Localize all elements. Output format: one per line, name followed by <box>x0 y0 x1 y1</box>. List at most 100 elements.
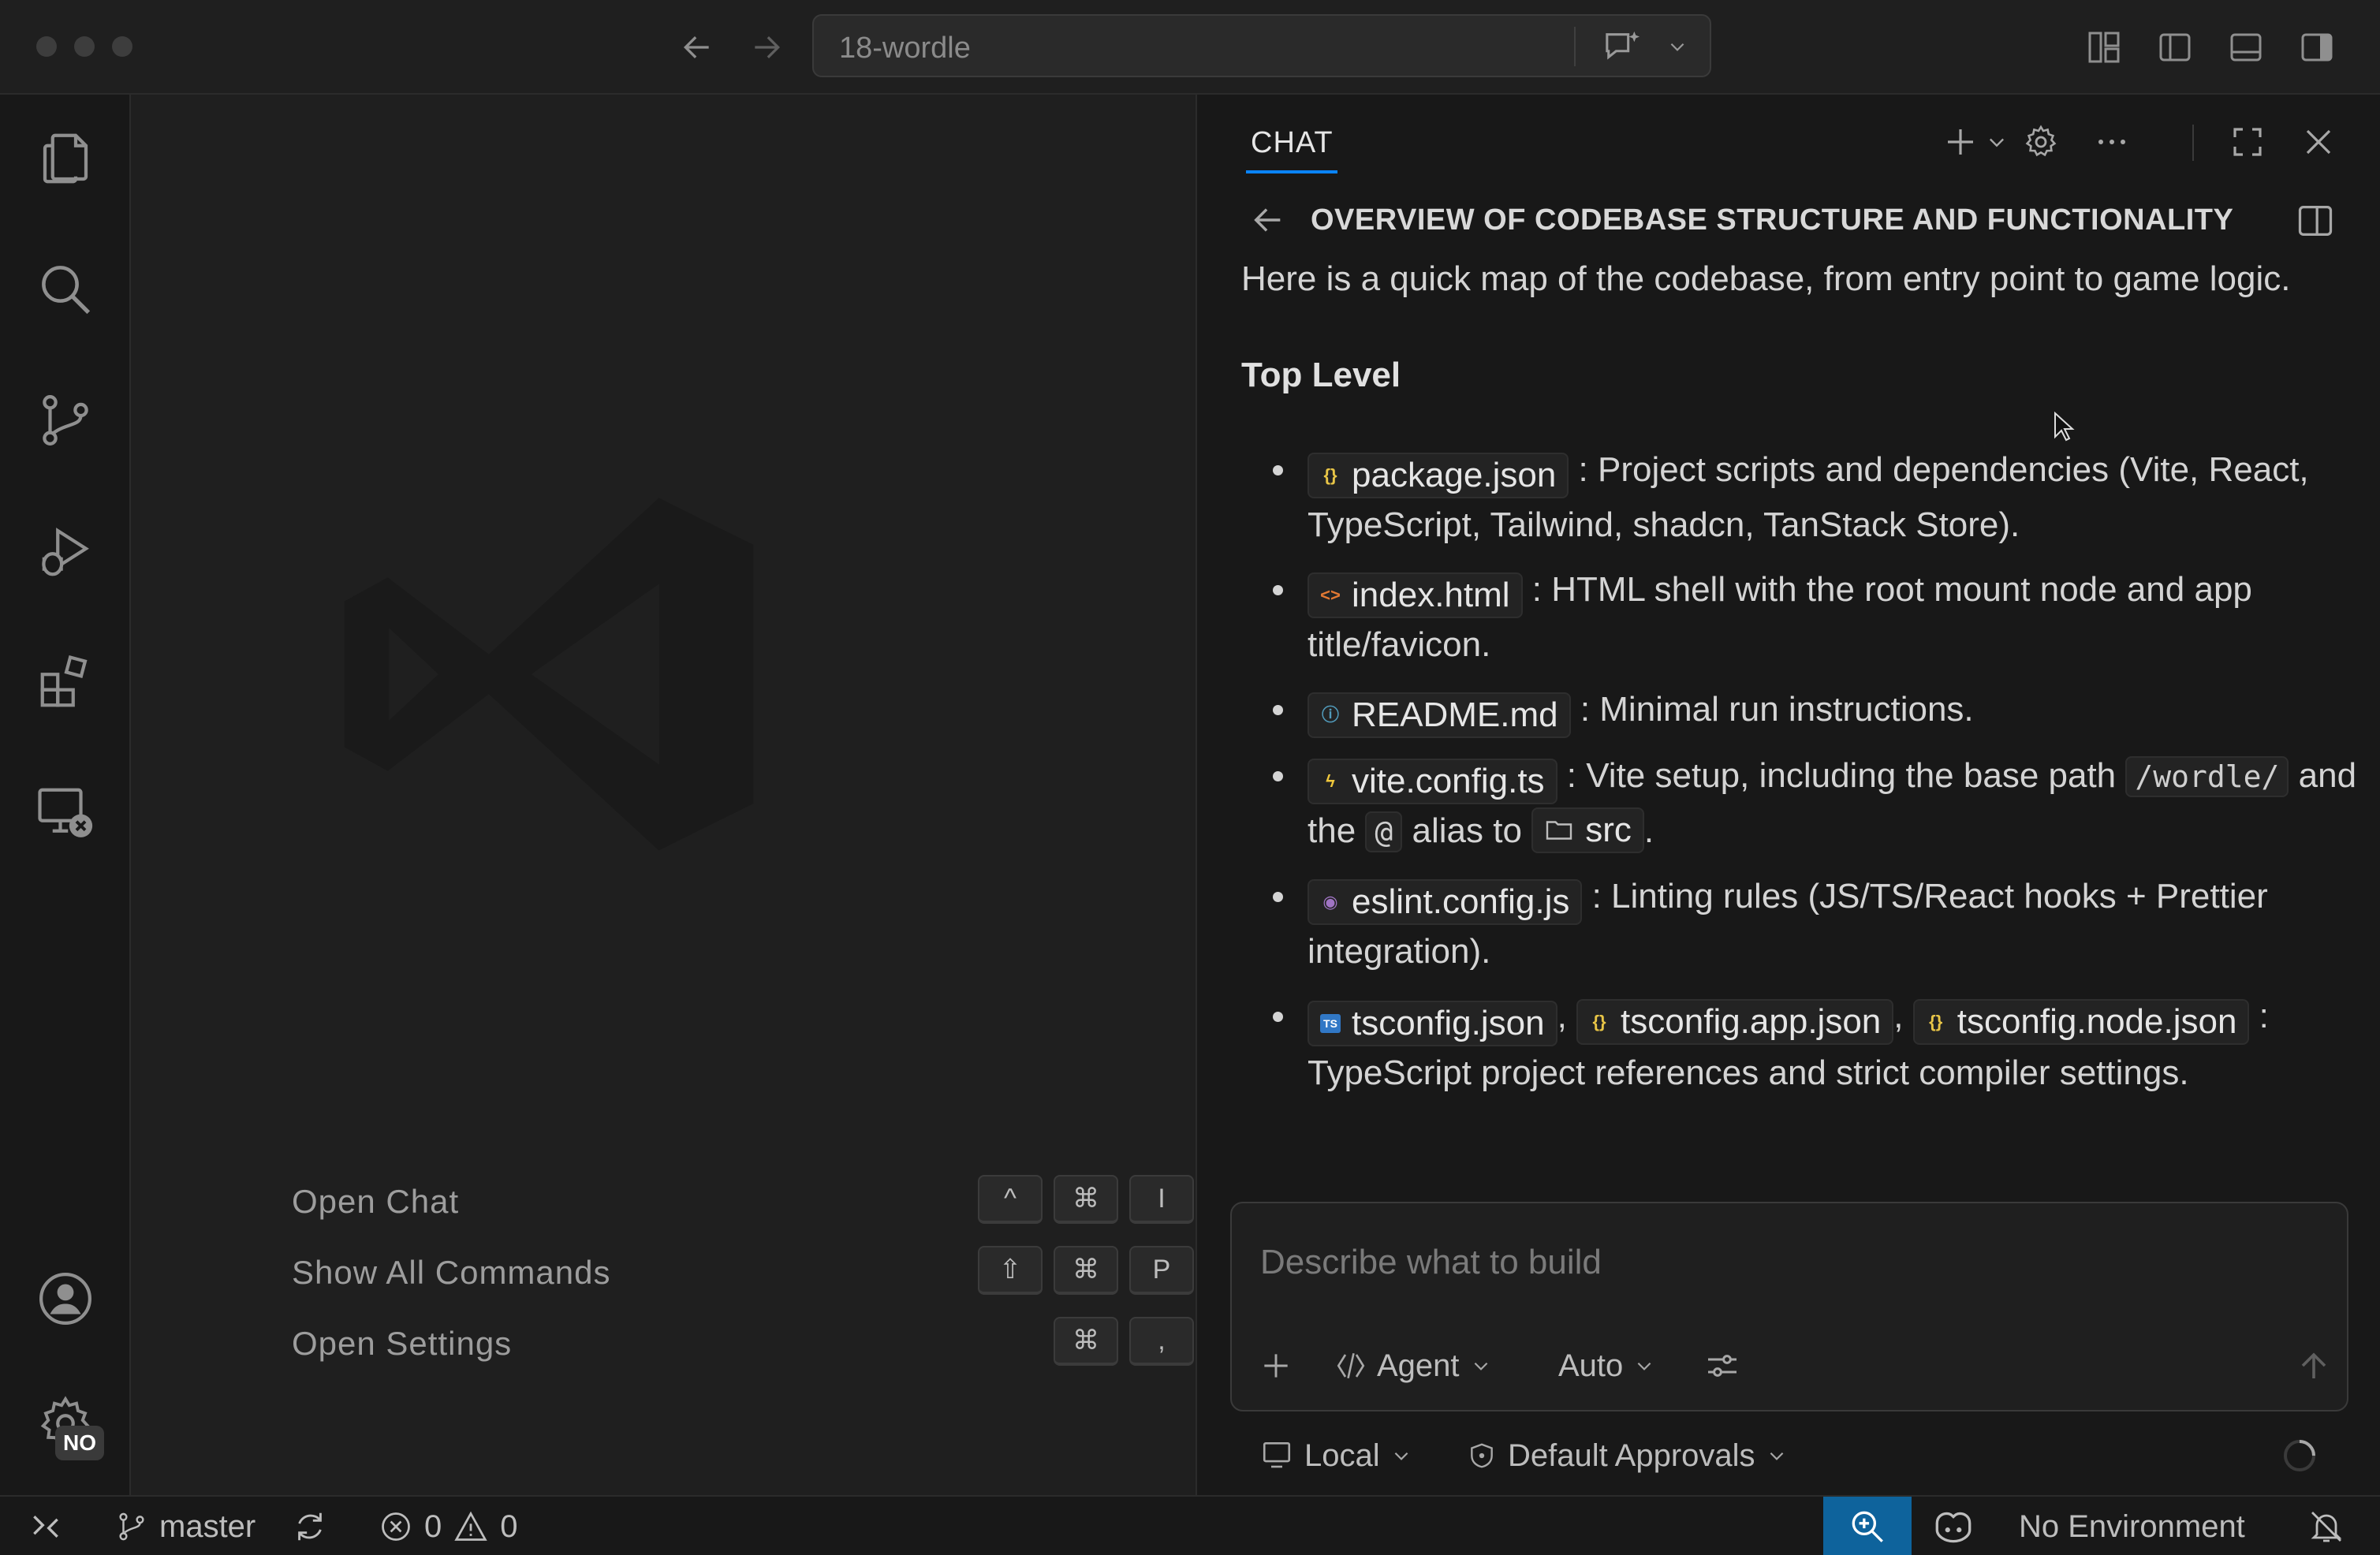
window-minimize-button[interactable] <box>74 36 95 57</box>
explorer-icon[interactable] <box>22 115 109 202</box>
copilot-icon <box>1935 1512 1972 1543</box>
folder-icon <box>1546 821 1572 840</box>
environment-indicator[interactable]: No Environment <box>2019 1497 2245 1555</box>
run-and-debug-icon[interactable] <box>22 508 109 595</box>
forward-button[interactable] <box>744 25 789 69</box>
toggle-panel-icon[interactable] <box>2222 24 2270 71</box>
eslint-file-icon: ◉ <box>1322 892 1338 912</box>
section-heading: Top Level <box>1241 356 1401 394</box>
plus-icon <box>1264 1354 1288 1378</box>
remote-icon <box>33 1515 58 1538</box>
add-context-button[interactable] <box>1259 1342 1303 1389</box>
key-p: P <box>1129 1246 1194 1295</box>
command-center-text: 18-wordle <box>839 32 971 65</box>
file-chip-tsconfig-json[interactable]: TS tsconfig.json <box>1308 1001 1557 1046</box>
accounts-icon[interactable] <box>22 1255 109 1342</box>
file-list: {} package.json : Project scripts and dep… <box>1241 443 2361 1100</box>
toggle-primary-sidebar-icon[interactable] <box>2151 24 2199 71</box>
arrow-left-icon <box>683 35 709 59</box>
toggle-secondary-sidebar-icon[interactable] <box>2293 24 2341 71</box>
model-picker[interactable]: Auto <box>1558 1342 1664 1389</box>
hint-label: Show All Commands <box>292 1254 611 1291</box>
file-chip-vite-config-ts[interactable]: ϟ vite.config.ts <box>1308 759 1557 804</box>
list-item: ϟ vite.config.ts : Vite setup, including … <box>1241 749 2361 859</box>
approvals-picker[interactable]: Default Approvals <box>1467 1432 1798 1479</box>
file-chip-tsconfig-app-json[interactable]: {} tsconfig.app.json <box>1576 999 1894 1045</box>
source-control-icon[interactable] <box>22 377 109 464</box>
send-button[interactable] <box>2295 1342 2342 1389</box>
settings-badge: NO <box>55 1426 104 1460</box>
copilot-status[interactable] <box>1930 1497 1987 1555</box>
chat-input-box[interactable]: Describe what to build Agent Auto <box>1230 1202 2348 1411</box>
open-in-editor-split-icon[interactable] <box>2295 200 2336 241</box>
agent-mode-picker[interactable]: Agent <box>1334 1342 1501 1389</box>
back-to-threads-button[interactable] <box>1249 202 1287 238</box>
session-location-picker[interactable]: Local <box>1260 1432 1423 1479</box>
remote-indicator[interactable] <box>28 1497 74 1555</box>
folder-chip-src[interactable]: src <box>1531 807 1644 853</box>
extensions-icon[interactable] <box>22 639 109 725</box>
list-item: TS tsconfig.json, {} tsconfig.app.json, {}… <box>1241 990 2361 1100</box>
command-center[interactable]: 18-wordle <box>812 14 1711 77</box>
hint-open-chat[interactable]: Open Chat ^ ⌘ I <box>292 1175 1194 1225</box>
new-chat-plus-icon[interactable] <box>1937 118 1984 166</box>
file-chip-readme-md[interactable]: ⓘ README.md <box>1308 692 1571 738</box>
key-i: I <box>1129 1175 1194 1224</box>
hint-show-all-commands[interactable]: Show All Commands ⇧ ⌘ P <box>292 1246 1194 1296</box>
error-icon <box>382 1512 410 1541</box>
close-panel-icon[interactable] <box>2295 118 2342 166</box>
branch-indicator[interactable]: master <box>115 1497 256 1555</box>
list-item: <> index.html : HTML shell with the root … <box>1241 563 2361 672</box>
vscode-logo-watermark-icon <box>344 498 754 851</box>
typescript-file-icon: TS <box>1320 1014 1341 1033</box>
chat-sparkle-icon[interactable] <box>1602 28 1642 65</box>
remote-explorer-icon[interactable] <box>22 770 109 856</box>
chevron-down-icon <box>1394 1452 1408 1460</box>
tab-chat[interactable]: CHAT <box>1251 126 1334 160</box>
info-file-icon: ⓘ <box>1321 705 1339 725</box>
arrow-left-icon <box>1254 208 1281 232</box>
arrow-up-icon <box>2301 1352 2326 1378</box>
chat-input-placeholder[interactable]: Describe what to build <box>1260 1243 1602 1282</box>
chat-response: Here is a quick map of the codebase, fro… <box>1241 252 2361 1111</box>
warning-icon <box>454 1511 487 1541</box>
file-chip-eslint-config-js[interactable]: ◉ eslint.config.js <box>1308 879 1583 925</box>
chevron-down-icon[interactable] <box>1666 36 1689 57</box>
zoom-indicator[interactable] <box>1823 1497 1912 1555</box>
sliders-icon <box>1708 1355 1737 1377</box>
hint-open-settings[interactable]: Open Settings ⌘ , <box>292 1317 1194 1367</box>
list-item: {} package.json : Project scripts and dep… <box>1241 443 2361 552</box>
file-chip-package-json[interactable]: {} package.json <box>1308 453 1569 498</box>
mouse-cursor-icon <box>2054 412 2076 443</box>
inline-code: /wordle/ <box>2125 756 2289 797</box>
active-tab-indicator <box>1246 170 1337 173</box>
title-bar: 18-wordle <box>0 0 2380 95</box>
file-chip-tsconfig-node-json[interactable]: {} tsconfig.node.json <box>1912 999 2250 1045</box>
window-close-button[interactable] <box>36 36 57 57</box>
window-zoom-button[interactable] <box>112 36 132 57</box>
notifications-button[interactable] <box>2307 1497 2356 1555</box>
chat-settings-gear-icon[interactable] <box>2017 118 2065 166</box>
key-comma: , <box>1129 1317 1194 1366</box>
customize-layout-icon[interactable] <box>2080 24 2128 71</box>
new-chat-dropdown-chevron-icon[interactable] <box>1983 118 2011 166</box>
activity-bar: NO <box>0 95 131 1495</box>
agent-icon <box>1337 1352 1365 1379</box>
sync-button[interactable] <box>292 1497 339 1555</box>
monitor-icon <box>1263 1441 1291 1468</box>
key-cmd: ⌘ <box>1054 1246 1118 1295</box>
inline-code: @ <box>1365 811 1403 852</box>
list-item: ⓘ README.md : Minimal run instructions. <box>1241 683 2361 738</box>
search-icon[interactable] <box>22 246 109 333</box>
chevron-down-icon <box>1637 1362 1651 1370</box>
problems-indicator[interactable]: 0 0 <box>379 1497 518 1555</box>
key-cmd: ⌘ <box>1054 1175 1118 1224</box>
maximize-panel-icon[interactable] <box>2224 118 2271 166</box>
json-file-icon: {} <box>1929 1012 1943 1031</box>
file-chip-index-html[interactable]: <> index.html <box>1308 572 1523 618</box>
more-actions-ellipsis-icon[interactable] <box>2088 118 2136 166</box>
divider <box>1574 27 1576 66</box>
configure-tools-button[interactable] <box>1703 1342 1751 1389</box>
json-file-icon: {} <box>1323 465 1337 485</box>
back-button[interactable] <box>675 25 719 69</box>
